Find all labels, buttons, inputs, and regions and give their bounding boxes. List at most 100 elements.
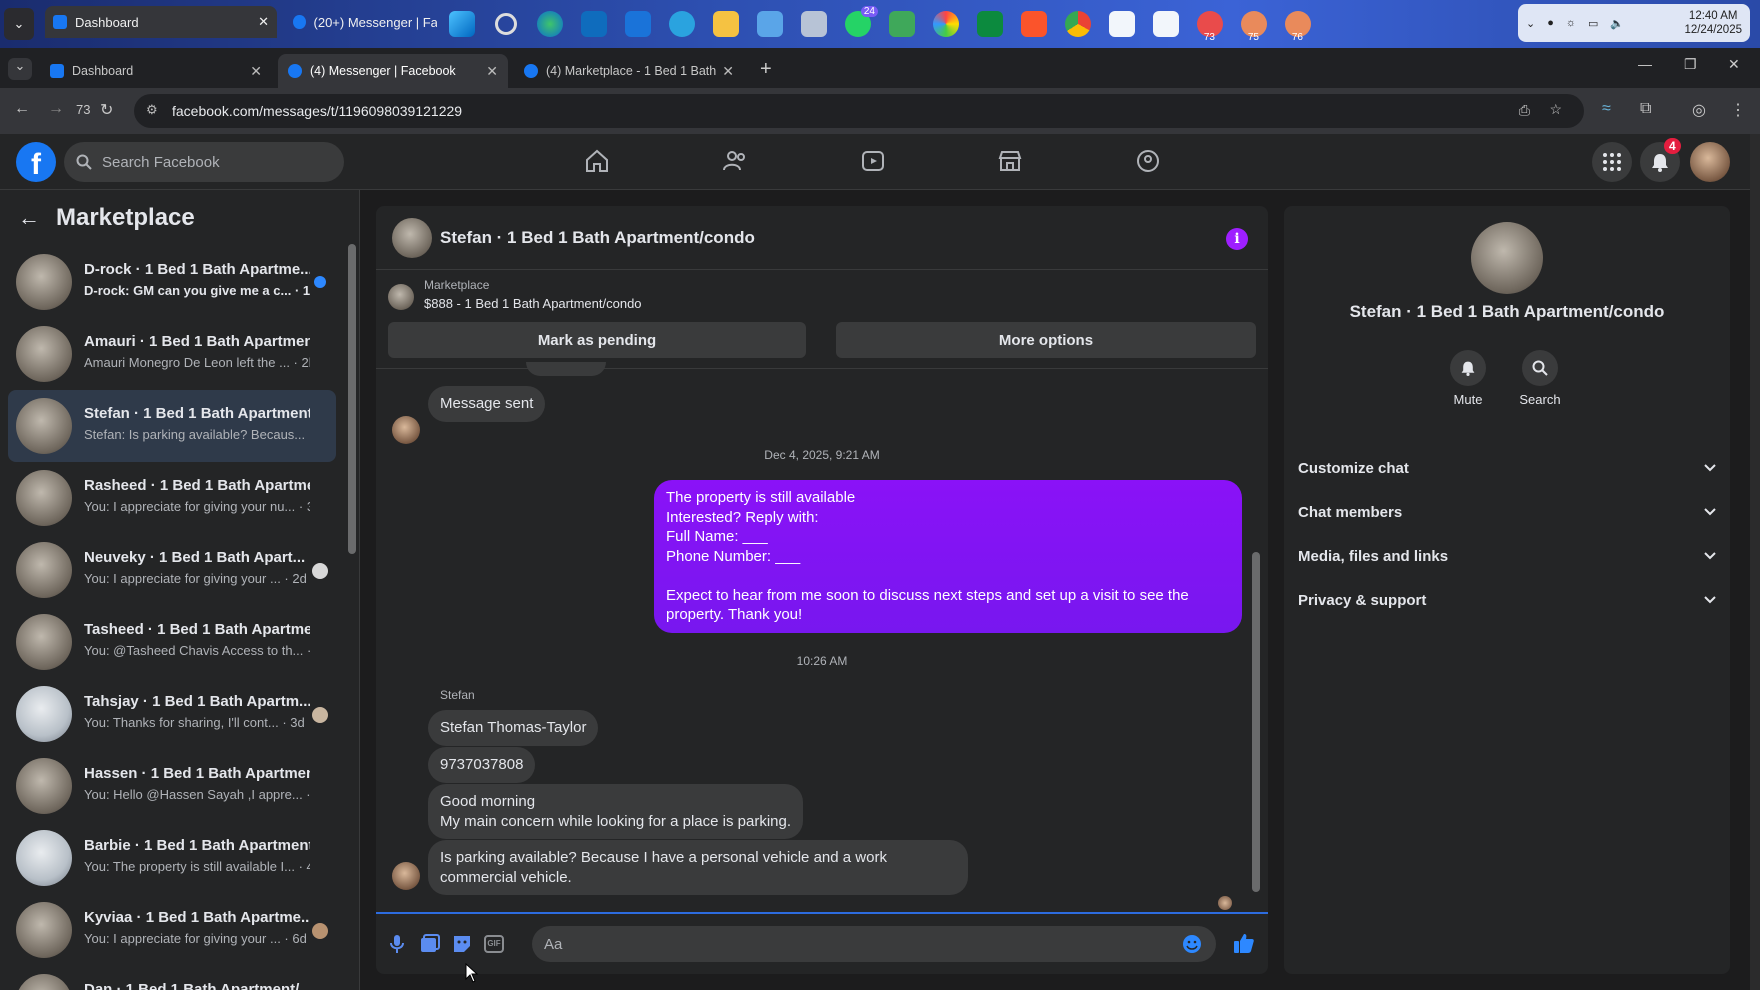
profile-avatar[interactable] [1471,222,1543,294]
lock-app-icon[interactable] [882,4,922,44]
message-input[interactable]: Aa [532,926,1216,962]
app-73-icon[interactable]: 73 [1190,4,1230,44]
telegram-icon[interactable] [662,4,702,44]
chat-title[interactable]: Stefan · 1 Bed 1 Bath Apartment/condo [440,228,755,248]
incoming-message-bubble[interactable]: 9737037808 [428,747,536,783]
search-icon[interactable] [486,4,526,44]
close-icon[interactable]: ✕ [258,14,269,30]
video-icon[interactable] [860,148,886,174]
back-arrow-icon[interactable]: ← [18,205,40,231]
message-bubble[interactable]: Message sent [428,386,546,422]
incoming-message-bubble[interactable]: Is parking available? Because I have a p… [428,840,968,895]
sail-app-2-icon[interactable] [1146,4,1186,44]
new-tab-button[interactable]: + [760,58,772,81]
incoming-message-bubble[interactable]: Stefan Thomas-Taylor [428,710,599,746]
browser-tab-dashboard[interactable]: Dashboard ✕ [40,54,272,88]
thumbs-up-icon[interactable] [1233,932,1255,954]
puzzle-icon[interactable]: ⧉ [1640,100,1651,118]
chrome-icon[interactable] [1058,4,1098,44]
install-icon[interactable]: ⎙ [1519,102,1530,119]
os-tab-dashboard[interactable]: Dashboard ✕ [45,6,277,38]
conversation-item[interactable]: Kyviaa · 1 Bed 1 Bath Apartme... You: I … [8,894,336,966]
close-icon[interactable]: ✕ [722,63,734,80]
browser-tab-messenger[interactable]: (4) Messenger | Facebook ✕ [278,54,508,88]
conversation-item[interactable]: D-rock · 1 Bed 1 Bath Apartme... D-rock:… [8,246,336,318]
search-facebook-input[interactable]: Search Facebook [64,142,344,182]
bookmark-star-icon[interactable]: ☆ [1549,101,1562,118]
menu-icon[interactable]: ⋮ [1730,100,1746,120]
marketplace-icon[interactable] [997,148,1023,174]
os-tab-messenger[interactable]: (20+) Messenger | Face [285,6,445,38]
clock[interactable]: 12:40 AM 12/24/2025 [1684,9,1742,37]
incoming-message-bubble[interactable]: Good morning My main concern while looki… [428,784,803,839]
app-76-icon[interactable]: 76 [1278,4,1318,44]
gif-icon[interactable]: GIF [484,935,504,953]
friends-icon[interactable] [722,148,748,174]
app-75-icon[interactable]: 75 [1234,4,1274,44]
conversation-item[interactable]: Hassen · 1 Bed 1 Bath Apartment... You: … [8,750,336,822]
tool-icon[interactable] [794,4,834,44]
search-in-chat-button[interactable]: Search [1510,350,1570,407]
close-icon[interactable]: ✕ [250,63,262,80]
customize-chat-section[interactable]: Customize chat [1298,448,1716,488]
facebook-logo-icon[interactable]: f [16,142,56,182]
close-window-button[interactable]: ✕ [1728,56,1740,73]
volume-icon[interactable]: 🔈 [1610,17,1624,30]
extension-icon[interactable]: ≈ [1602,100,1611,118]
whatsapp-icon[interactable]: 24 [838,4,878,44]
os-tab-list-button[interactable]: ⌄ [4,8,34,40]
url-field[interactable]: ⚙ facebook.com/messages/t/11960980391212… [134,94,1584,128]
more-options-button[interactable]: More options [836,322,1256,358]
minimize-button[interactable]: — [1638,56,1652,72]
conversation-item[interactable]: Barbie · 1 Bed 1 Bath Apartment/... You:… [8,822,336,894]
brightness-icon[interactable]: ☼ [1566,17,1576,29]
conversation-item[interactable]: Rasheed · 1 Bed 1 Bath Apartme... You: I… [8,462,336,534]
groups-icon[interactable] [1135,148,1161,174]
account-avatar[interactable] [1690,142,1730,182]
mute-button[interactable]: Mute [1438,350,1498,407]
page-scrollbar[interactable] [1750,134,1760,990]
wifi-icon[interactable]: ● [1547,17,1554,29]
tab-search-button[interactable]: ⌄ [8,58,32,80]
chat-members-section[interactable]: Chat members [1298,492,1716,532]
outlook-icon[interactable] [574,4,614,44]
forward-button[interactable]: → [48,100,64,118]
profile-icon[interactable]: ◎ [1692,100,1706,120]
conversation-item-active[interactable]: Stefan · 1 Bed 1 Bath Apartment/... Stef… [8,390,336,462]
folder-icon[interactable] [706,4,746,44]
privacy-support-section[interactable]: Privacy & support [1298,580,1716,620]
sticker-icon[interactable] [452,934,472,954]
emoji-icon[interactable] [1182,934,1202,954]
edge-icon[interactable] [530,4,570,44]
infinity-app-icon[interactable] [970,4,1010,44]
store-icon[interactable] [618,4,658,44]
chat-avatar[interactable] [392,218,432,258]
chevron-up-icon[interactable]: ⌄ [1526,17,1535,30]
windows-start-icon[interactable] [442,4,482,44]
home-icon[interactable] [584,148,610,174]
site-info-icon[interactable]: ⚙ [146,102,158,118]
conversation-item[interactable]: Amauri · 1 Bed 1 Bath Apartment... Amaur… [8,318,336,390]
chat-scrollbar[interactable] [1252,552,1260,892]
brave-icon[interactable] [1014,4,1054,44]
photo-icon[interactable] [420,934,440,954]
outgoing-message-bubble[interactable]: The property is still available Interest… [654,480,1242,633]
color-app-icon[interactable] [926,4,966,44]
microphone-icon[interactable] [388,934,406,954]
display-icon[interactable]: ▭ [1588,17,1598,30]
conversation-item[interactable]: Dan · 1 Bed 1 Bath Apartment/... [8,966,336,990]
menu-grid-button[interactable] [1592,142,1632,182]
info-icon[interactable]: i [1226,228,1248,250]
conversation-item[interactable]: Tasheed · 1 Bed 1 Bath Apartmen... You: … [8,606,336,678]
conversation-item[interactable]: Tahsjay · 1 Bed 1 Bath Apartm... You: Th… [8,678,336,750]
browser-tab-marketplace[interactable]: (4) Marketplace - 1 Bed 1 Bath / ✕ [514,54,744,88]
reload-button[interactable]: ↻ [100,100,113,120]
back-button[interactable]: ← [14,100,30,118]
mark-as-pending-button[interactable]: Mark as pending [388,322,806,358]
restore-button[interactable]: ❐ [1684,56,1697,73]
notepad-icon[interactable] [750,4,790,44]
sidebar-scrollbar[interactable] [348,244,356,554]
sail-app-icon[interactable] [1102,4,1142,44]
conversation-item[interactable]: Neuveky · 1 Bed 1 Bath Apart... You: I a… [8,534,336,606]
close-icon[interactable]: ✕ [486,63,498,80]
